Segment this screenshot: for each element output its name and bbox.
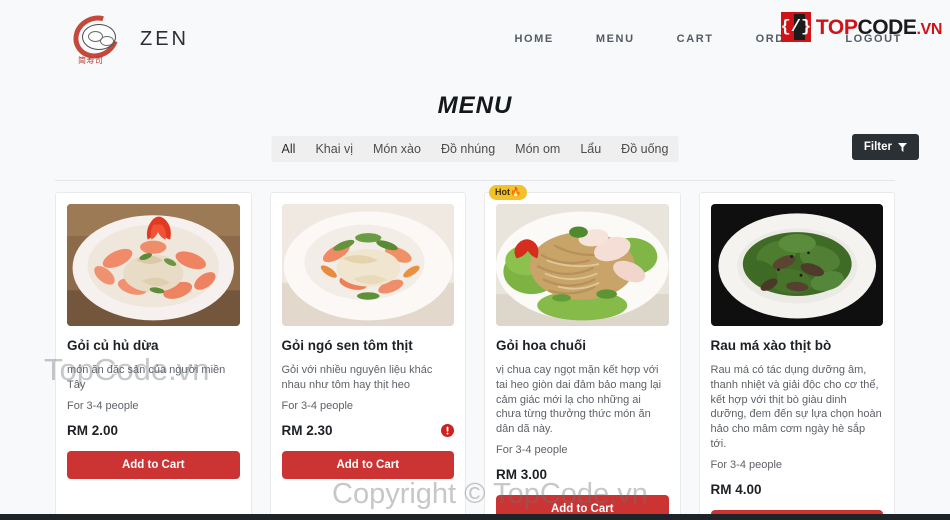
nav-item-cart[interactable]: CART: [677, 33, 714, 45]
lotus-stem-salad-photo: [281, 204, 454, 326]
filter-row: All Khai vị Món xào Đồ nhúng Món om Lẩu …: [0, 134, 950, 166]
zen-logo-icon: 简寿司: [65, 7, 127, 67]
menu-card[interactable]: Gỏi củ hủ dừa món ăn đặc sản của người m…: [55, 192, 252, 520]
card-title: Gỏi củ hủ dừa: [67, 338, 159, 353]
topcode-braces-icon: {/}: [781, 12, 811, 42]
brand[interactable]: 简寿司 ZEN: [65, 7, 189, 67]
card-description: Rau má có tác dụng dưỡng âm, thanh nhiệt…: [710, 363, 882, 451]
card-serves: For 3-4 people: [710, 458, 783, 471]
menu-card[interactable]: Rau má xào thịt bò Rau má có tác dụng dư…: [698, 192, 895, 520]
topcode-code: CODE: [857, 15, 917, 39]
card-price-row: RM 2.00: [67, 421, 240, 440]
hot-badge: Hot🔥: [489, 185, 528, 200]
alert-circle-icon[interactable]: [441, 423, 454, 437]
menu-card[interactable]: Hot🔥 Gỏi hoa chuối vị chua cay ngọt mặn …: [484, 185, 681, 520]
category-tabs: All Khai vị Món xào Đồ nhúng Món om Lẩu …: [271, 136, 679, 162]
menu-page: 简寿司 ZEN HOME MENU CART ORDER LOGOUT {/} …: [0, 0, 950, 520]
brand-name: ZEN: [140, 27, 189, 50]
menu-card-grid: Gỏi củ hủ dừa món ăn đặc sản của người m…: [55, 185, 895, 520]
site-header: 简寿司 ZEN HOME MENU CART ORDER LOGOUT {/} …: [0, 0, 950, 78]
nav-item-menu[interactable]: MENU: [596, 33, 635, 45]
tab-mon-xao[interactable]: Món xào: [363, 136, 431, 162]
funnel-icon: [898, 142, 907, 152]
topcode-watermark-logo: {/} TOPCODE.VN: [781, 12, 942, 42]
shrimp-coconut-salad-photo: [67, 204, 240, 326]
page-title: MENU: [437, 92, 513, 119]
topcode-mark-glyph: {/}: [780, 17, 812, 37]
card-price-row: RM 2.30: [281, 421, 454, 440]
menu-card[interactable]: Gỏi ngó sen tôm thịt Gỏi với nhiều nguyê…: [269, 192, 466, 520]
add-to-cart-button[interactable]: Add to Cart: [281, 450, 454, 479]
tab-do-nhung[interactable]: Đồ nhúng: [431, 136, 505, 162]
card-title: Gỏi hoa chuối: [496, 338, 586, 353]
card-serves: For 3-4 people: [281, 399, 354, 412]
topcode-top: TOP: [815, 15, 858, 39]
card-price: RM 2.00: [67, 422, 119, 438]
filter-button[interactable]: Filter: [851, 134, 919, 160]
nav-item-home[interactable]: HOME: [514, 33, 553, 45]
tab-khai-vi[interactable]: Khai vị: [305, 136, 363, 162]
card-price-row: RM 4.00: [711, 480, 884, 499]
filter-button-label: Filter: [863, 141, 892, 153]
tab-mon-om[interactable]: Món om: [505, 136, 570, 162]
tab-do-uong[interactable]: Đồ uống: [611, 136, 678, 162]
card-description: Gỏi với nhiều nguyên liệu khác nhau như …: [281, 363, 433, 391]
card-serves: For 3-4 people: [67, 399, 139, 412]
tab-lau[interactable]: Lẩu: [570, 136, 611, 162]
pennywort-beef-stirfry-photo: [710, 204, 883, 326]
topcode-vn: .VN: [916, 20, 943, 38]
card-price: RM 2.30: [281, 422, 333, 438]
tab-all[interactable]: All: [272, 136, 306, 162]
topcode-wordmark: TOPCODE.VN: [815, 15, 943, 39]
card-serves: For 3-4 people: [496, 444, 568, 457]
card-price: RM 4.00: [710, 481, 762, 497]
card-description: vị chua cay ngọt mặn kết hợp với tai heo…: [496, 363, 662, 436]
card-description: món ăn đặc sản của người miền Tây: [67, 363, 226, 391]
card-title: Rau má xào thịt bò: [710, 338, 832, 353]
banana-flower-salad-photo: [496, 204, 669, 326]
bottom-strip: [0, 514, 950, 520]
section-divider: [55, 180, 895, 181]
card-price-row: RM 3.00: [496, 465, 669, 484]
card-title: Gỏi ngó sen tôm thịt: [281, 338, 413, 353]
card-price: RM 3.00: [496, 467, 548, 483]
add-to-cart-button[interactable]: Add to Cart: [67, 450, 240, 479]
zen-logo-cjk: 简寿司: [78, 56, 104, 65]
